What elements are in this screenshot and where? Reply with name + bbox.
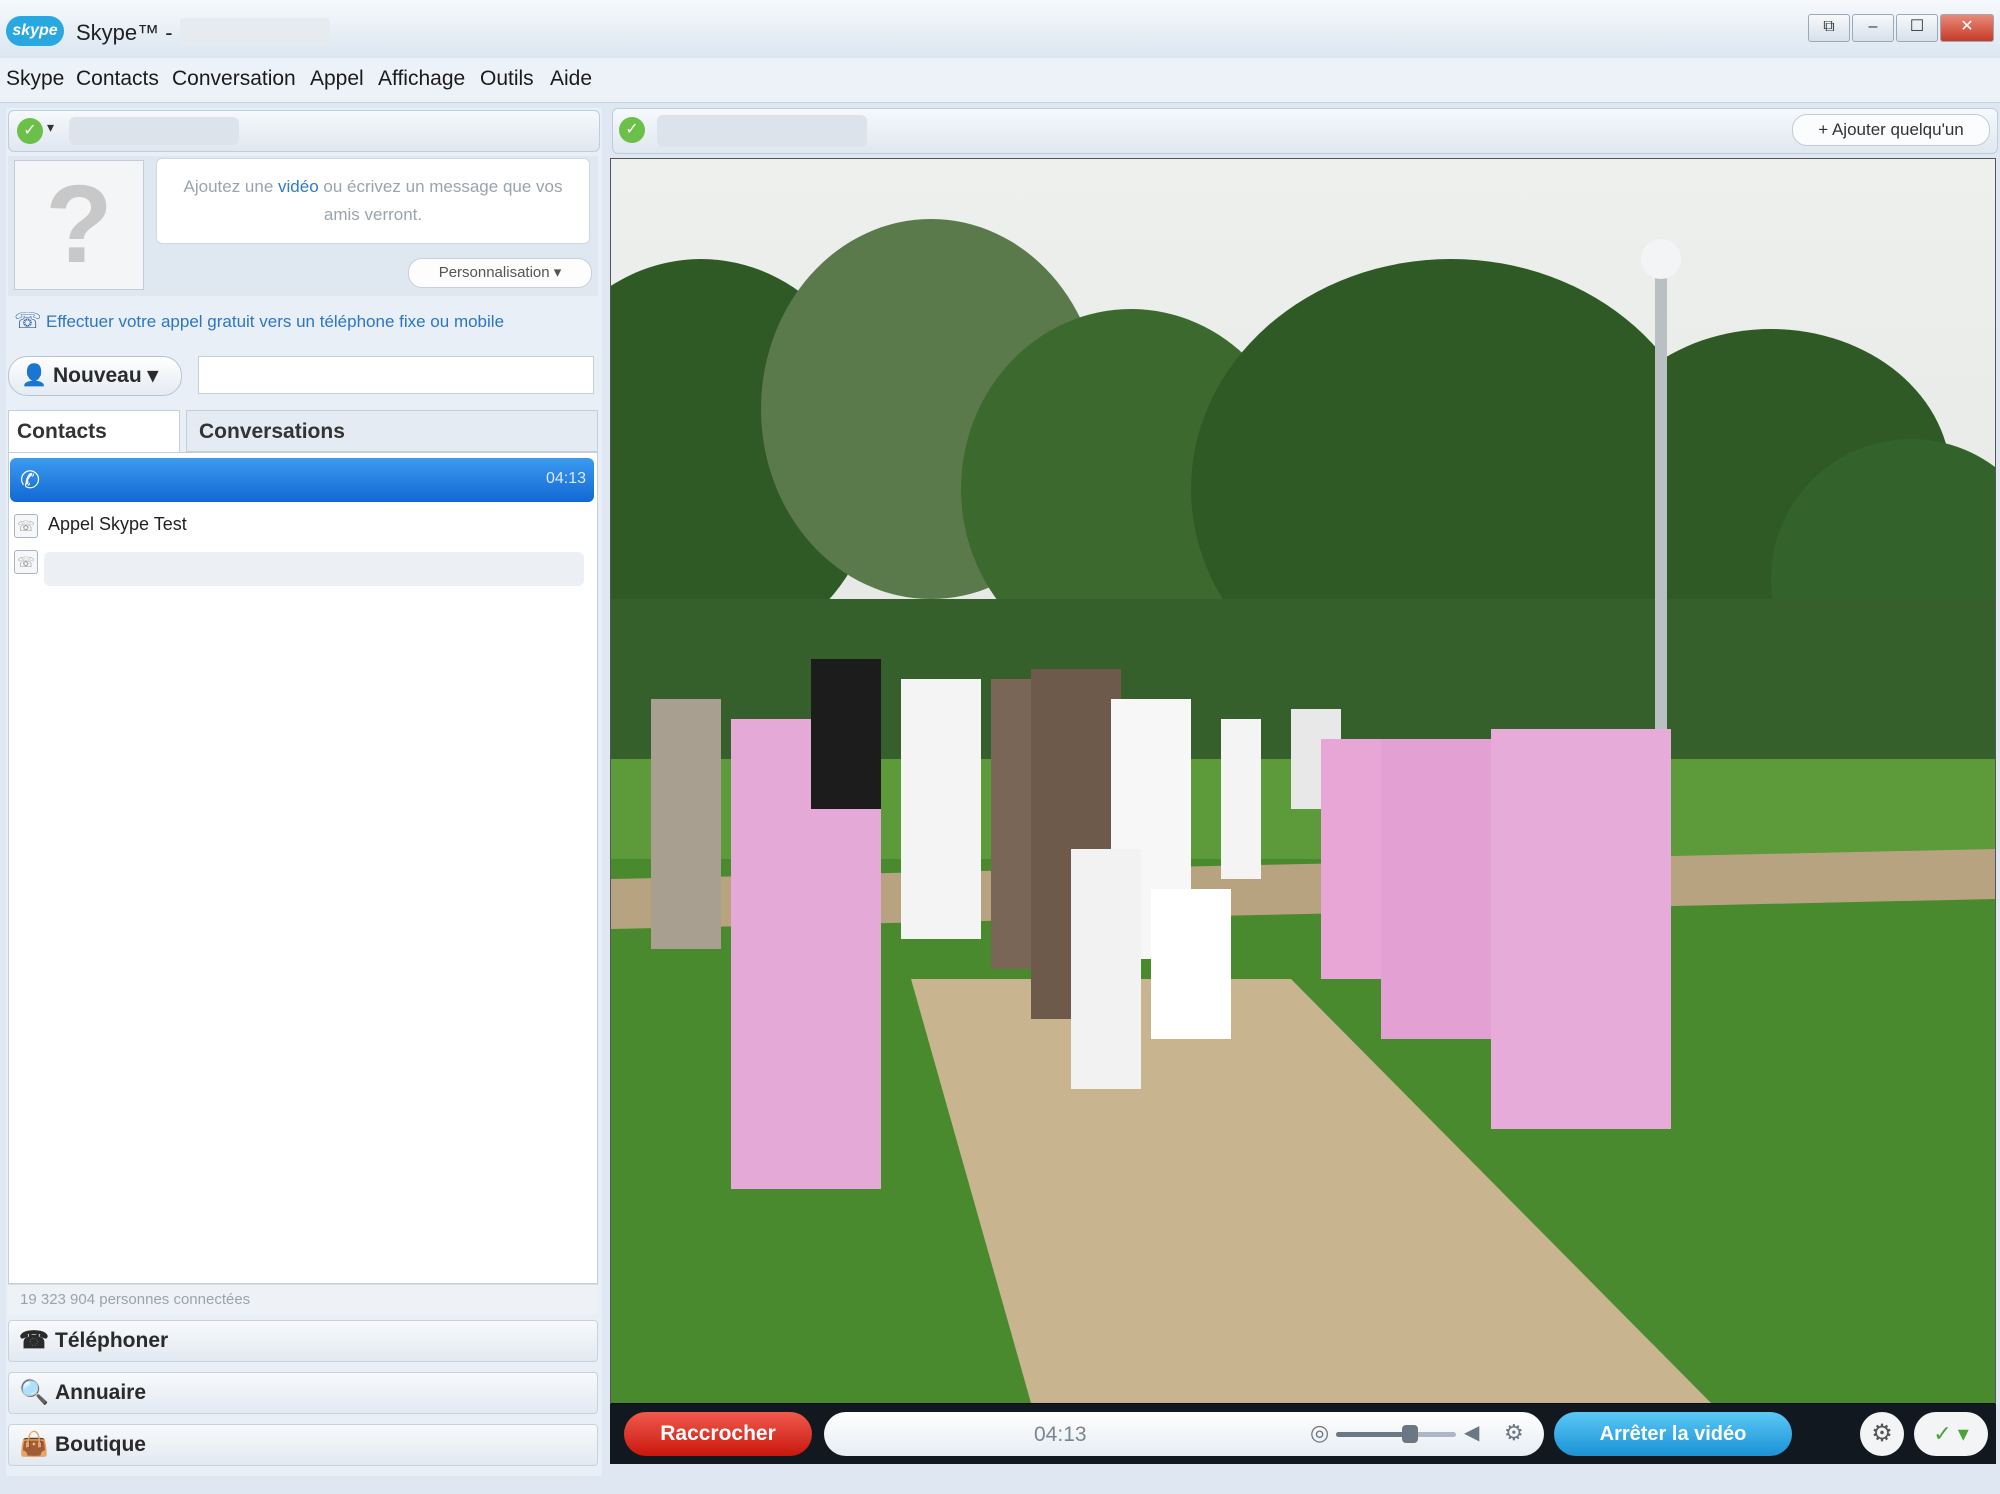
contact-status-icon: ✓ [619, 117, 645, 143]
maximize-button[interactable]: ☐ [1896, 14, 1938, 42]
skype-logo: skype [6, 16, 64, 46]
close-button[interactable]: ✕ [1940, 14, 1994, 42]
nav-boutique[interactable]: 👜 Boutique [8, 1424, 598, 1466]
call-timer: 04:13 [1034, 1423, 1087, 1446]
list-item-label: Appel Skype Test [48, 514, 187, 534]
conversation-header: ✓ [612, 108, 1998, 154]
tab-conversations[interactable]: Conversations [186, 410, 598, 452]
call-timer-bar: 04:13 ◎ ◀ ⚙ [824, 1412, 1544, 1456]
speaker-icon[interactable]: ◀ [1464, 1420, 1479, 1445]
phone-icon: ✆ [20, 467, 41, 494]
call-status-button[interactable]: ✓ ▾ [1914, 1412, 1988, 1456]
menu-bar: Skype Contacts Conversation Appel Affich… [0, 58, 2000, 103]
mood-video-link[interactable]: vidéo [278, 177, 319, 196]
promo-link[interactable]: Effectuer votre appel gratuit vers un té… [46, 312, 504, 332]
mood-text-post: ou écrivez un message que vos amis verro… [323, 177, 563, 224]
chevron-down-icon[interactable]: ▾ [47, 119, 54, 136]
blurred-contact-title [657, 115, 867, 147]
phone-icon: ☏ [14, 308, 42, 333]
search-icon: 🔍 [19, 1379, 49, 1406]
search-input[interactable] [198, 356, 594, 394]
window-title: Skype™ - [76, 20, 173, 45]
blurred-username [180, 18, 330, 46]
gear-icon[interactable]: ⚙ [1860, 1412, 1904, 1456]
blurred-my-name [69, 117, 239, 145]
telephone-icon: ☎ [19, 1327, 49, 1354]
active-call-time: 04:13 [545, 470, 586, 487]
add-contact-icon: 👤 [21, 364, 48, 387]
nav-annuaire[interactable]: 🔍 Annuaire [8, 1372, 598, 1414]
personalize-button[interactable]: Personnalisation ▾ [408, 258, 592, 288]
mood-text-pre: Ajoutez une [183, 177, 274, 196]
promo-banner[interactable]: ☏ Effectuer votre appel gratuit vers un … [8, 304, 598, 342]
volume-knob[interactable] [1402, 1425, 1419, 1443]
menu-contacts[interactable]: Contacts [76, 67, 159, 91]
title-bar: skype Skype™ - ⧉ – ☐ ✕ [0, 0, 2000, 59]
avatar[interactable]: ? [14, 160, 144, 290]
list-item[interactable]: ☏ [14, 548, 594, 588]
new-button[interactable]: 👤 Nouveau ▾ [8, 356, 182, 396]
blurred-contact-name [44, 552, 584, 586]
microphone-icon[interactable]: ◎ [1310, 1420, 1329, 1446]
list-item[interactable]: ☏ Appel Skype Test [14, 512, 594, 540]
restore-icon[interactable]: ⧉ [1808, 14, 1850, 42]
menu-appel[interactable]: Appel [310, 67, 364, 91]
new-button-label: Nouveau ▾ [53, 364, 159, 387]
video-area [610, 158, 1996, 1464]
contact-icon: ☏ [14, 550, 38, 574]
skype-status-icon[interactable]: ✓ [17, 118, 43, 144]
my-status-bar[interactable]: ✓ ▾ [8, 110, 600, 152]
nav-telephoner[interactable]: ☎ Téléphoner [8, 1320, 598, 1362]
add-someone-button[interactable]: + Ajouter quelqu'un [1792, 114, 1990, 146]
volume-fill [1336, 1432, 1411, 1437]
minimize-button[interactable]: – [1852, 14, 1894, 42]
menu-conversation[interactable]: Conversation [172, 67, 296, 91]
menu-affichage[interactable]: Affichage [378, 67, 465, 91]
video-feed [611, 159, 1995, 1403]
online-count: 19 323 904 personnes connectées [8, 1284, 598, 1314]
list-item-active-call[interactable]: ✆ 04:13 [10, 458, 594, 502]
nav-boutique-label: Boutique [55, 1433, 146, 1456]
contact-icon: ☏ [14, 514, 38, 538]
shopping-bag-icon: 👜 [19, 1431, 49, 1458]
hangup-button[interactable]: Raccrocher [624, 1412, 812, 1456]
tab-contacts[interactable]: Contacts [8, 410, 180, 452]
volume-slider[interactable] [1336, 1425, 1456, 1443]
settings-icon[interactable]: ⚙ [1504, 1420, 1524, 1446]
menu-skype[interactable]: Skype [6, 67, 64, 91]
mood-message[interactable]: Ajoutez une vidéo ou écrivez un message … [156, 158, 590, 244]
nav-annuaire-label: Annuaire [55, 1381, 147, 1404]
menu-outils[interactable]: Outils [480, 67, 534, 91]
stop-video-button[interactable]: Arrêter la vidéo [1554, 1412, 1792, 1456]
nav-telephoner-label: Téléphoner [55, 1329, 169, 1352]
menu-aide[interactable]: Aide [550, 67, 592, 91]
